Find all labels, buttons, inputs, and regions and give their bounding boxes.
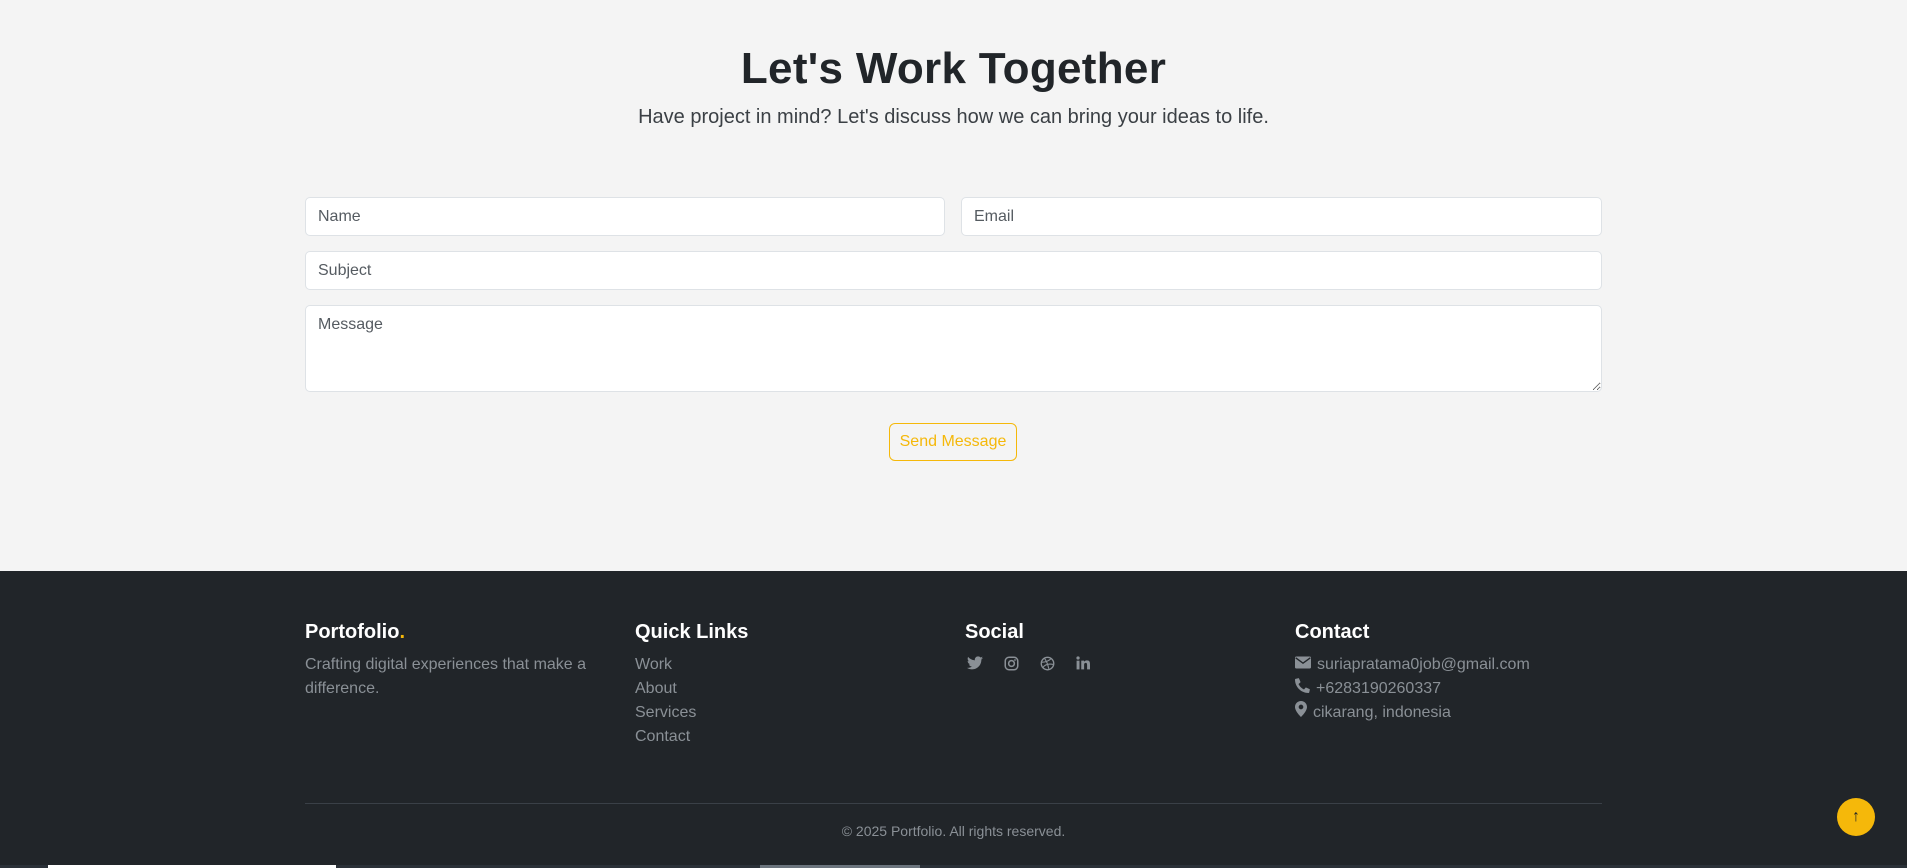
social-links [965, 653, 1245, 673]
brand-name: Portofolio [305, 621, 400, 643]
contact-heading: Contact [1295, 621, 1370, 643]
footer-contact-column: Contact suriapratama0job@gmail.com +6283… [1295, 619, 1615, 725]
twitter-icon[interactable] [965, 653, 985, 673]
subject-input[interactable] [305, 251, 1602, 290]
section-title: Let's Work Together [740, 44, 1167, 93]
contact-phone: +6283190260337 [1295, 677, 1615, 701]
footer-social-column: Social [965, 619, 1245, 673]
footer-link-work[interactable]: Work [635, 653, 915, 677]
contact-location-text: cikarang, indonesia [1313, 704, 1451, 721]
quick-links-heading: Quick Links [635, 621, 749, 643]
envelope-icon [1295, 653, 1311, 677]
name-input[interactable] [305, 197, 945, 236]
contact-location: cikarang, indonesia [1295, 701, 1615, 725]
contact-section: Let's Work Together Have project in mind… [0, 0, 1907, 571]
brand-dot: . [399, 621, 405, 643]
footer-brand[interactable]: Portofolio. [305, 619, 605, 645]
footer-divider [305, 803, 1602, 804]
instagram-icon[interactable] [1001, 653, 1021, 673]
brand-tagline: Crafting digital experiences that make a… [305, 656, 587, 697]
linkedin-icon[interactable] [1073, 653, 1093, 673]
dribbble-icon[interactable] [1037, 653, 1057, 673]
social-heading: Social [965, 621, 1024, 643]
contact-email: suriapratama0job@gmail.com [1295, 653, 1615, 677]
contact-phone-text[interactable]: +6283190260337 [1316, 677, 1441, 701]
message-textarea[interactable] [305, 305, 1602, 392]
footer-link-about[interactable]: About [635, 677, 915, 701]
footer-brand-column: Portofolio. Crafting digital experiences… [305, 619, 605, 701]
copyright-text: © 2025 Portfolio. All rights reserved. [841, 823, 1066, 839]
contact-email-text[interactable]: suriapratama0job@gmail.com [1317, 653, 1530, 677]
footer-link-contact[interactable]: Contact [635, 725, 915, 749]
back-to-top-button[interactable]: ↑ [1837, 798, 1875, 836]
email-input[interactable] [961, 197, 1602, 236]
phone-icon [1295, 677, 1310, 701]
footer-quick-links-column: Quick Links Work About Services Contact [635, 619, 915, 749]
quick-links-nav: Work About Services Contact [635, 653, 915, 749]
footer: Portofolio. Crafting digital experiences… [0, 571, 1907, 868]
map-marker-icon [1295, 701, 1307, 725]
send-message-button[interactable]: Send Message [889, 423, 1017, 461]
section-subtitle: Have project in mind? Let's discuss how … [638, 106, 1269, 128]
footer-link-services[interactable]: Services [635, 701, 915, 725]
